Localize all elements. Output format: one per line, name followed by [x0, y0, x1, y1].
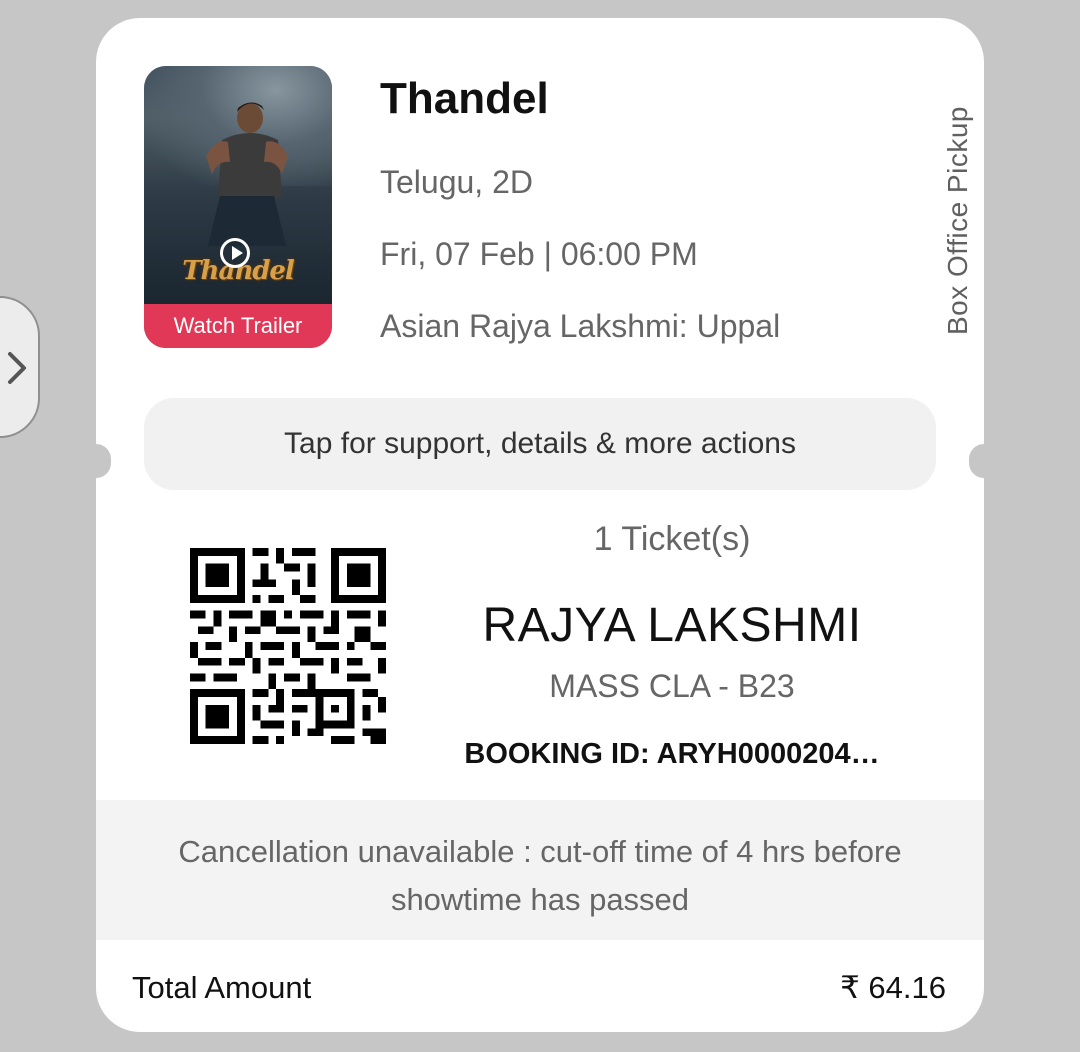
- watch-trailer-button[interactable]: Watch Trailer: [144, 304, 332, 348]
- total-amount-value: ₹ 64.16: [840, 970, 946, 1005]
- poster-figure-art: [206, 102, 288, 246]
- movie-language-format: Telugu, 2D: [380, 164, 533, 200]
- ticket-card: Thandel Watch Trailer Thandel Telugu, 2D…: [96, 18, 984, 1032]
- play-icon[interactable]: [220, 238, 250, 268]
- venue-name: Asian Rajya Lakshmi: Uppal: [380, 308, 781, 344]
- side-expand-tab[interactable]: [0, 296, 40, 438]
- ticket-count: 1 Ticket(s): [593, 520, 751, 558]
- screen-name: RAJYA LAKSHMI: [482, 599, 862, 652]
- show-datetime: Fri, 07 Feb | 06:00 PM: [380, 236, 698, 272]
- booking-id[interactable]: BOOKING ID: ARYH0000204…: [446, 738, 898, 771]
- box-office-pickup-label: Box Office Pickup: [942, 106, 973, 335]
- seat-info: MASS CLA - B23: [549, 668, 795, 704]
- chevron-right-icon: [8, 352, 26, 384]
- movie-poster[interactable]: Thandel Watch Trailer: [144, 66, 332, 348]
- total-amount-label: Total Amount: [132, 970, 312, 1005]
- movie-title: Thandel: [380, 74, 549, 123]
- ticket-notch-right: [969, 444, 984, 478]
- support-details-button[interactable]: Tap for support, details & more actions: [144, 398, 936, 490]
- ticket-notch-left: [96, 444, 111, 478]
- qr-code: [190, 548, 386, 744]
- cancellation-notice: Cancellation unavailable : cut-off time …: [96, 800, 984, 940]
